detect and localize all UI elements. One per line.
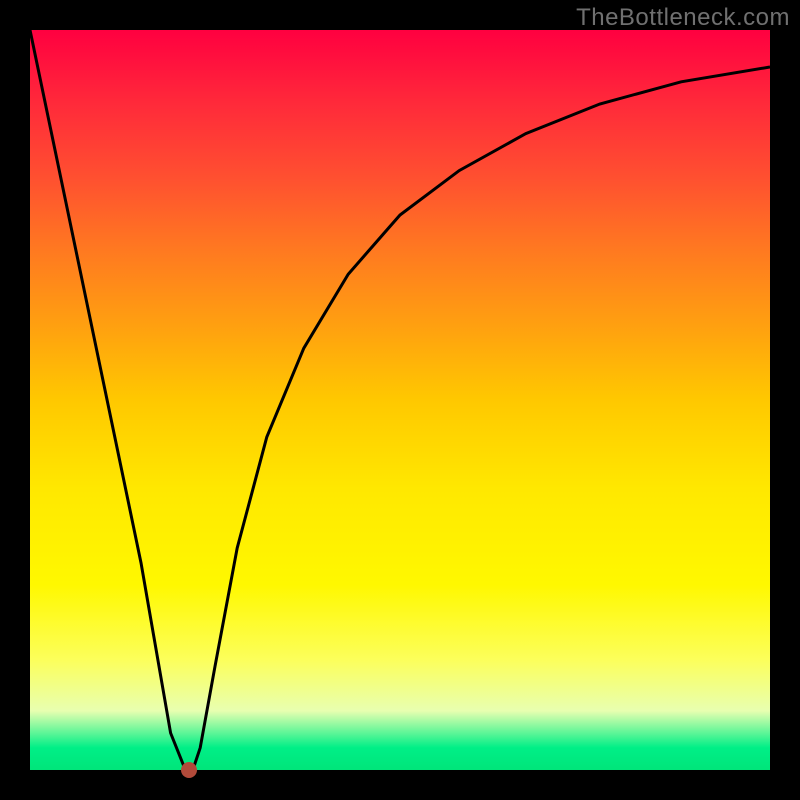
optimum-marker <box>181 762 197 778</box>
bottleneck-curve <box>30 30 770 770</box>
curve-svg <box>30 30 770 770</box>
plot-area <box>30 30 770 770</box>
chart-frame: TheBottleneck.com <box>0 0 800 800</box>
watermark-text: TheBottleneck.com <box>576 4 790 32</box>
